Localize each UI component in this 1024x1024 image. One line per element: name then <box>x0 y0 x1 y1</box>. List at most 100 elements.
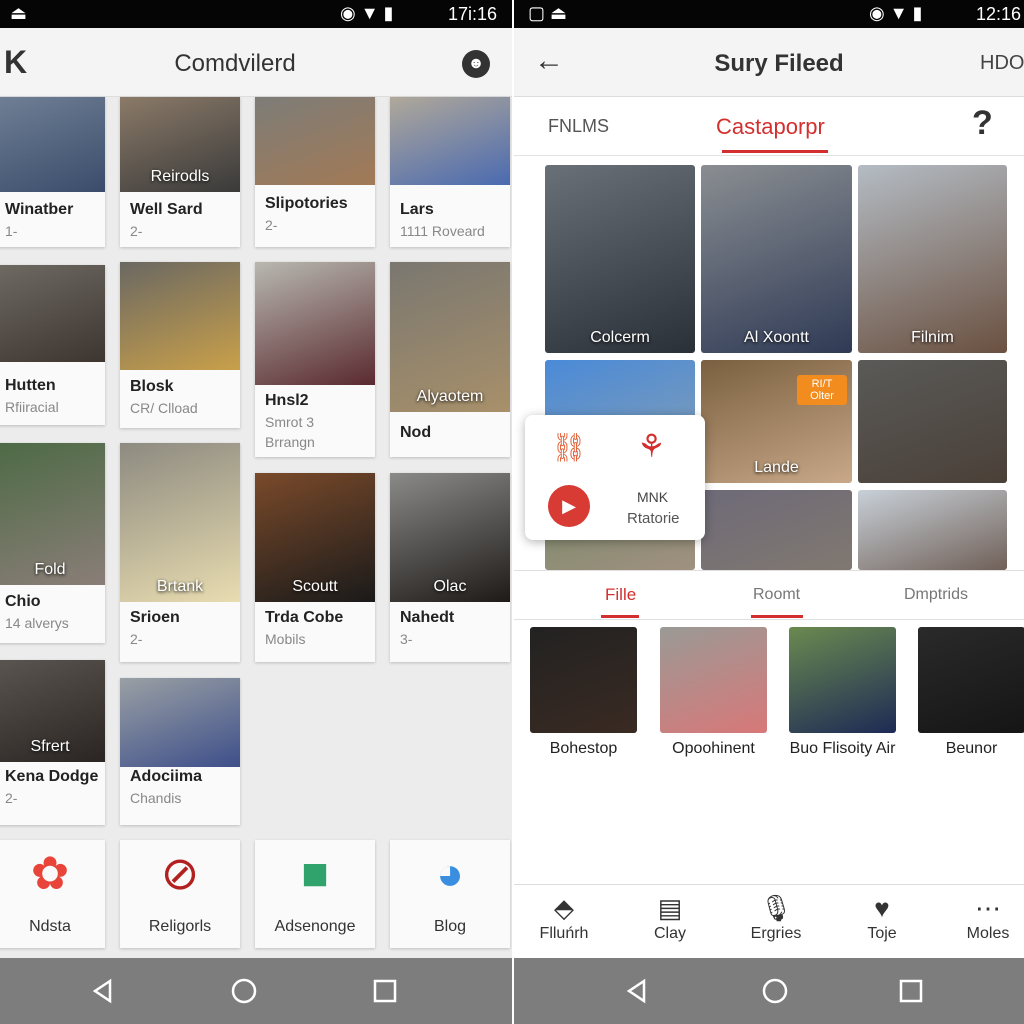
app-tile-blog[interactable]: ◕ Blog <box>390 840 510 948</box>
more-icon: ⋯ <box>975 893 1001 923</box>
bottom-nav-toje[interactable]: ♥ Toje <box>832 885 932 943</box>
profile-card[interactable]: Winatber 1- <box>0 97 105 247</box>
grid-photo[interactable] <box>858 490 1007 570</box>
profile-photo <box>120 262 240 370</box>
profile-card[interactable]: Hutten Rfiiracial <box>0 265 105 425</box>
person-photo[interactable] <box>660 627 767 733</box>
person-photo[interactable] <box>530 627 637 733</box>
photo-caption: Alyaotem <box>416 388 484 405</box>
person-name: Beunor <box>945 740 998 757</box>
bottom-nav-clay[interactable]: ▤ Clay <box>620 885 720 943</box>
no-food-icon: ⊘ <box>160 847 200 899</box>
card-subtitle-2: Brrangn <box>265 434 315 450</box>
tab-indicator <box>751 615 803 618</box>
profile-photo: Scoutt <box>255 473 375 602</box>
profile-card[interactable]: Adociima Chandis <box>120 678 240 825</box>
link-icon[interactable]: ⛓ <box>551 431 587 464</box>
nav-bar-left <box>0 958 512 1024</box>
back-nav-icon[interactable] <box>90 978 116 1004</box>
profile-card[interactable]: Scoutt Trda Cobe Mobils <box>255 473 375 662</box>
recents-nav-icon[interactable] <box>898 978 924 1004</box>
bottom-nav-label: Ergries <box>750 925 802 942</box>
tab-castaporpr[interactable]: Castaporpr <box>716 114 825 140</box>
profile-photo <box>0 265 105 362</box>
help-icon[interactable]: ? <box>972 104 993 143</box>
card-title: Hnsl2 <box>265 392 309 409</box>
status-bar-left: ⏏ ◉ ▼ ▮ 17i:16 <box>0 0 512 28</box>
card-title: Winatber <box>5 201 74 218</box>
calendar-icon: ▤ <box>657 893 683 923</box>
profile-photo <box>390 97 510 185</box>
app-tile-ndsta[interactable]: ✿ Ndsta <box>0 840 105 948</box>
home-nav-icon[interactable] <box>762 978 788 1004</box>
bottom-nav-label: Toje <box>867 925 897 942</box>
person-photo[interactable] <box>789 627 896 733</box>
play-icon[interactable]: ▶ <box>548 485 590 527</box>
tab-fille[interactable]: Fille <box>605 585 636 605</box>
recents-nav-icon[interactable] <box>372 978 398 1004</box>
card-subtitle: 2- <box>130 223 143 239</box>
grid-photo[interactable] <box>858 360 1007 483</box>
profile-card[interactable]: Reirodls Well Sard 2- <box>120 97 240 247</box>
card-title: Slipotories <box>265 195 348 212</box>
profile-card[interactable]: Slipotories 2- <box>255 97 375 247</box>
layers-icon: ⬘ <box>554 893 574 923</box>
photo-caption: Lande <box>754 459 799 476</box>
share-popup: ⛓ ⚘ ▶ MNK Rtatorie <box>525 415 705 540</box>
card-subtitle: 1- <box>5 223 18 239</box>
bottom-nav-flluńrh[interactable]: ⬘ Flluńrh <box>514 885 614 943</box>
photo-caption: Colcerm <box>590 329 650 346</box>
profile-card[interactable]: Brtank Srioen 2- <box>120 443 240 662</box>
grid-photo[interactable]: Filnim <box>858 165 1007 353</box>
card-title: Kena Dodge <box>5 768 99 785</box>
card-title: Srioen <box>130 609 180 626</box>
status-bar-right: ▢ ⏏ ◉ ▼ ▮ 12:16 <box>514 0 1024 28</box>
profile-photo <box>0 97 105 192</box>
profile-card[interactable]: Hnsl2 Smrot 3 Brrangn <box>255 262 375 457</box>
nav-bar-right <box>514 958 1024 1024</box>
grid-photo[interactable]: Al Xoontt <box>701 165 852 353</box>
profile-card[interactable]: Blosk CR/ Clload <box>120 262 240 428</box>
profile-card[interactable]: Fold Chio 14 alverys <box>0 443 105 643</box>
bottom-nav-label: Clay <box>653 925 686 942</box>
card-subtitle: 3- <box>400 631 413 647</box>
home-nav-icon[interactable] <box>231 978 257 1004</box>
profile-card[interactable]: Olac Nahedt 3- <box>390 473 510 662</box>
status-icons: ◉ ▼ ▮ <box>340 3 394 23</box>
card-title: Hutten <box>5 377 56 394</box>
bottom-nav-moles[interactable]: ⋯ Moles <box>938 885 1024 943</box>
app-tile-religorls[interactable]: ⊘ Religorls <box>120 840 240 948</box>
tab-roomt[interactable]: Roomt <box>753 586 800 604</box>
profile-card[interactable]: Sfrert Kena Dodge 2- <box>0 660 105 825</box>
photo-caption: Reirodls <box>150 168 210 185</box>
bottom-nav-ergries[interactable]: 🎙 Ergries <box>726 885 826 943</box>
grid-photo[interactable] <box>701 490 852 570</box>
heart-icon: ♥ <box>874 893 890 923</box>
app-tile-adsenonge[interactable]: ■ Adsenonge <box>255 840 375 948</box>
tab-fnlms[interactable]: FNLMS <box>548 116 609 137</box>
person-name: Bohestop <box>549 740 618 757</box>
grid-photo[interactable]: Colcerm <box>545 165 695 353</box>
flower-icon: ✿ <box>30 847 70 899</box>
card-subtitle: Chandis <box>130 790 182 806</box>
app-label: Ndsta <box>29 918 71 935</box>
card-title: Trda Cobe <box>265 609 344 626</box>
notification-icon: ⏏ <box>10 3 28 23</box>
grid-photo[interactable]: Lande RI/T Olter <box>701 360 852 483</box>
profile-photo: Reirodls <box>120 97 240 192</box>
active-tab-indicator <box>722 150 828 153</box>
back-nav-icon[interactable] <box>624 978 650 1004</box>
profile-icon[interactable]: ☻ <box>462 50 490 78</box>
profile-card[interactable]: Alyaotem Nod <box>390 262 510 457</box>
status-icons: ◉ ▼ ▮ <box>869 3 923 23</box>
tab-dmptrids[interactable]: Dmptrids <box>904 586 968 604</box>
card-title: Well Sard <box>130 201 203 218</box>
card-title: Nahedt <box>400 609 455 626</box>
card-title: Chio <box>5 593 41 610</box>
person-photo[interactable] <box>918 627 1024 733</box>
photo-caption: Fold <box>34 561 66 578</box>
card-subtitle: 2- <box>265 217 278 233</box>
header-action-button[interactable]: HDO <box>980 52 1024 75</box>
share-app-icon[interactable]: ⚘ <box>637 427 666 465</box>
profile-card[interactable]: Lars 1111 Roveard <box>390 97 510 247</box>
